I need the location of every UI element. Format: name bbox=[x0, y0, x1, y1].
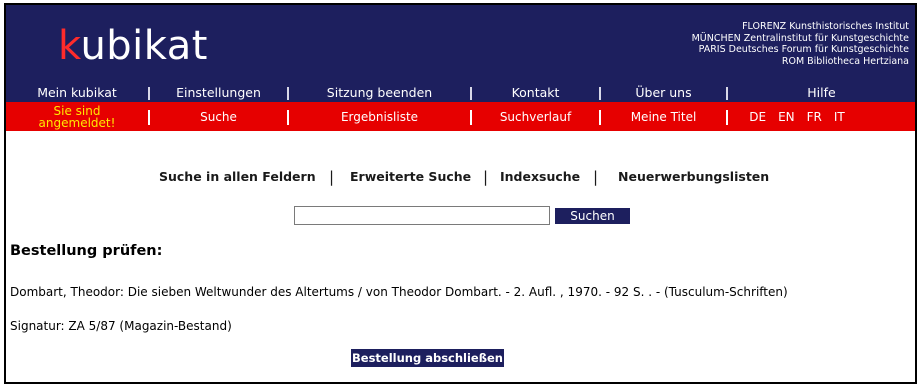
lang-fr[interactable]: FR bbox=[807, 110, 822, 124]
nav-ueber-uns[interactable]: Über uns bbox=[601, 83, 726, 102]
nav-mein-kubikat[interactable]: Mein kubikat bbox=[6, 83, 148, 102]
institute-paris: PARIS Deutsches Forum für Kunstgeschicht… bbox=[698, 44, 909, 55]
nav-meine-titel[interactable]: Meine Titel bbox=[601, 102, 726, 131]
link-neuerwerbungslisten[interactable]: Neuerwerbungslisten bbox=[618, 169, 769, 184]
link-suche-alle-felder[interactable]: Suche in allen Feldern bbox=[159, 169, 316, 184]
nav-hilfe[interactable]: Hilfe bbox=[728, 83, 915, 102]
header-banner: kubikat FLORENZ Kunsthistorisches Instit… bbox=[6, 5, 915, 83]
login-status: Sie sind angemeldet! bbox=[38, 103, 116, 130]
title-citation: Dombart, Theodor: Die sieben Weltwunder … bbox=[10, 285, 788, 299]
kubikat-logo[interactable]: kubikat bbox=[58, 23, 208, 69]
search-button[interactable]: Suchen bbox=[555, 208, 630, 224]
link-indexsuche[interactable]: Indexsuche bbox=[500, 169, 580, 184]
link-separator: | bbox=[329, 168, 335, 186]
search-input[interactable] bbox=[294, 206, 550, 225]
nav-ergebnisliste[interactable]: Ergebnisliste bbox=[289, 102, 470, 131]
nav-sitzung-beenden[interactable]: Sitzung beenden bbox=[289, 83, 470, 102]
complete-order-button[interactable]: Bestellung abschließen bbox=[351, 349, 504, 367]
link-erweiterte-suche[interactable]: Erweiterte Suche bbox=[350, 169, 471, 184]
lang-it[interactable]: IT bbox=[834, 110, 845, 124]
lang-en[interactable]: EN bbox=[778, 110, 795, 124]
nav-einstellungen[interactable]: Einstellungen bbox=[150, 83, 287, 102]
nav-suchverlauf[interactable]: Suchverlauf bbox=[472, 102, 599, 131]
institute-rom: ROM Bibliotheca Hertziana bbox=[781, 55, 909, 67]
shelfmark: Signatur: ZA 5/87 (Magazin-Bestand) bbox=[10, 319, 232, 333]
nav-kontakt[interactable]: Kontakt bbox=[472, 83, 599, 102]
institute-florenz: FLORENZ Kunsthistorisches Institut bbox=[742, 21, 909, 32]
top-navigation: Mein kubikat Einstellungen Sitzung beend… bbox=[6, 83, 915, 102]
link-separator: | bbox=[483, 168, 489, 186]
lang-de[interactable]: DE bbox=[749, 110, 766, 124]
page-frame: kubikat FLORENZ Kunsthistorisches Instit… bbox=[4, 3, 917, 384]
nav-suche[interactable]: Suche bbox=[150, 102, 287, 131]
secondary-navigation: Sie sind angemeldet! Suche Ergebnisliste… bbox=[6, 102, 915, 131]
search-type-links: Suche in allen Feldern | Erweiterte Such… bbox=[6, 168, 915, 187]
institutes-list: FLORENZ Kunsthistorisches Institut MÜNCH… bbox=[692, 21, 909, 67]
institute-muenchen: MÜNCHEN Zentralinstitut für Kunstgeschic… bbox=[691, 32, 909, 44]
link-separator: | bbox=[593, 168, 599, 186]
language-switcher: DE EN FR IT bbox=[728, 102, 866, 131]
section-title: Bestellung prüfen: bbox=[10, 243, 163, 259]
